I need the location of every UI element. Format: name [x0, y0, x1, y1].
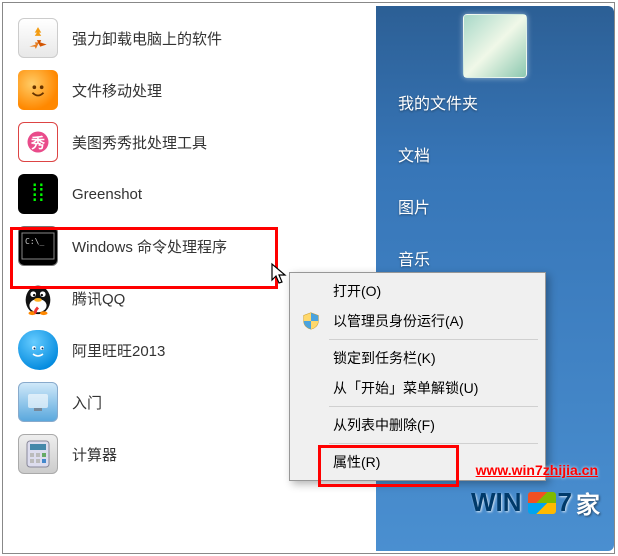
app-label: 腾讯QQ: [72, 288, 125, 309]
blank-icon: [297, 451, 325, 473]
watermark-url: www.win7zhijia.cn: [476, 462, 598, 478]
ctx-label: 以管理员身份运行(A): [333, 311, 464, 331]
meitu-icon: 秀: [18, 122, 58, 162]
ctx-separator: [329, 406, 538, 407]
file-move-icon: [18, 70, 58, 110]
svg-text:秀: 秀: [30, 135, 46, 151]
blank-icon: [297, 280, 325, 302]
ctx-open[interactable]: 打开(O): [293, 276, 542, 306]
app-cmd[interactable]: C:\_ Windows 命令处理程序: [10, 220, 372, 272]
logo-text-win: WIN: [471, 487, 522, 518]
app-label: 文件移动处理: [72, 80, 162, 101]
blank-icon: [297, 377, 325, 399]
ctx-run-as-admin[interactable]: 以管理员身份运行(A): [293, 306, 542, 336]
blank-icon: [297, 347, 325, 369]
ctx-remove-from-list[interactable]: 从列表中删除(F): [293, 410, 542, 440]
right-item-pictures[interactable]: 图片: [376, 180, 614, 232]
recycle-icon: [18, 18, 58, 58]
user-picture[interactable]: [463, 14, 527, 78]
app-file-move[interactable]: 文件移动处理: [10, 64, 372, 116]
app-label: 强力卸载电脑上的软件: [72, 28, 222, 49]
site-logo: WIN 7 家: [471, 485, 600, 520]
greenshot-icon: ⁞⁞: [18, 174, 58, 214]
ctx-label: 锁定到任务栏(K): [333, 348, 436, 368]
ctx-separator: [329, 443, 538, 444]
ctx-separator: [329, 339, 538, 340]
windows-flag-icon: [528, 492, 556, 514]
right-item-myfolder[interactable]: 我的文件夹: [376, 76, 614, 128]
app-label: Windows 命令处理程序: [72, 236, 227, 257]
ctx-label: 从列表中删除(F): [333, 415, 435, 435]
shield-icon: [297, 310, 325, 332]
getting-started-icon: [18, 382, 58, 422]
app-uninstall[interactable]: 强力卸载电脑上的软件: [10, 12, 372, 64]
app-label: 入门: [72, 392, 102, 413]
blank-icon: [297, 414, 325, 436]
context-menu: 打开(O) 以管理员身份运行(A) 锁定到任务栏(K) 从「开始」菜单解锁(U)…: [289, 272, 546, 481]
ctx-unpin-start[interactable]: 从「开始」菜单解锁(U): [293, 373, 542, 403]
qq-icon: [18, 278, 58, 318]
svg-text:C:\_: C:\_: [25, 237, 44, 246]
ctx-label: 属性(R): [333, 452, 380, 472]
app-label: 阿里旺旺2013: [72, 340, 165, 361]
ctx-pin-taskbar[interactable]: 锁定到任务栏(K): [293, 343, 542, 373]
app-greenshot[interactable]: ⁞⁞ Greenshot: [10, 168, 372, 220]
logo-text-seven: 7: [558, 487, 572, 518]
app-label: 美图秀秀批处理工具: [72, 132, 207, 153]
app-label: Greenshot: [72, 186, 142, 203]
app-meitu[interactable]: 秀 美图秀秀批处理工具: [10, 116, 372, 168]
wangwang-icon: [18, 330, 58, 370]
app-label: 计算器: [72, 444, 117, 465]
logo-text-cn: 家: [576, 485, 600, 520]
right-item-documents[interactable]: 文档: [376, 128, 614, 180]
calculator-icon: [18, 434, 58, 474]
ctx-label: 从「开始」菜单解锁(U): [333, 378, 478, 398]
ctx-label: 打开(O): [333, 281, 381, 301]
cmd-icon: C:\_: [18, 226, 58, 266]
